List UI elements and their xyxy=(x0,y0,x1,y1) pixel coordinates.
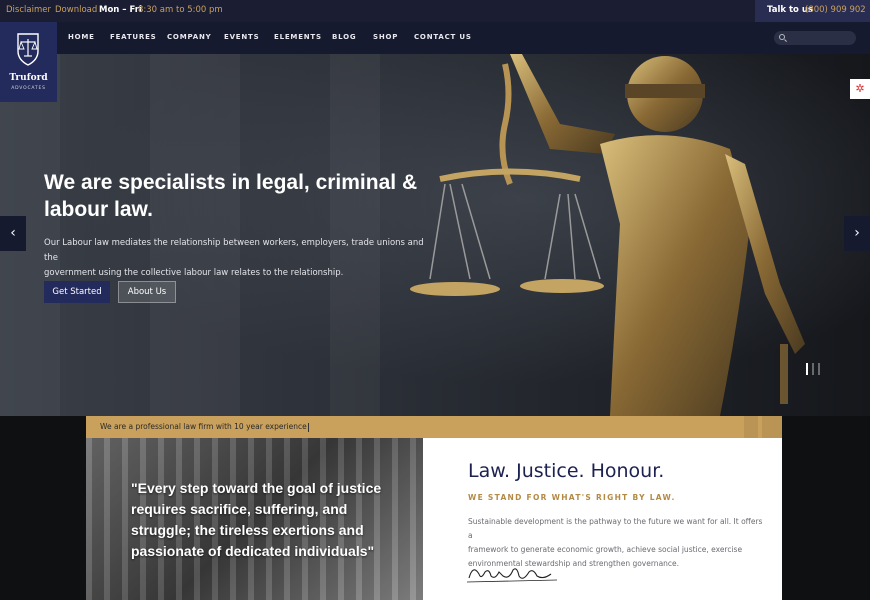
experience-text: We are a professional law firm with 10 y… xyxy=(100,422,309,432)
slider-next-arrow-icon[interactable]: › xyxy=(844,216,870,251)
quote-line: passionate of dedicated individuals" xyxy=(131,543,375,559)
info-body-line: Sustainable development is the pathway t… xyxy=(468,517,763,540)
slider-pagination xyxy=(806,360,824,379)
get-started-button[interactable]: Get Started xyxy=(44,281,110,303)
nav-item-contact-us[interactable]: CONTACT US xyxy=(414,33,472,41)
background-pillar xyxy=(150,54,240,416)
info-subtitle: WE STAND FOR WHAT'S RIGHT BY LAW. xyxy=(468,493,676,502)
hero-slider: We are specialists in legal, criminal & … xyxy=(0,54,870,416)
quote-line: "Every step toward the goal of justice xyxy=(131,480,382,496)
nav-item-shop[interactable]: SHOP xyxy=(373,33,398,41)
strip-tab xyxy=(762,416,782,438)
search-icon xyxy=(779,34,785,40)
experience-strip: We are a professional law firm with 10 y… xyxy=(86,416,782,438)
disclaimer-link[interactable]: Disclaimer xyxy=(6,5,51,15)
about-us-button[interactable]: About Us xyxy=(118,281,176,303)
hero-description: Our Labour law mediates the relationship… xyxy=(44,236,424,281)
nav-item-events[interactable]: EVENTS xyxy=(224,33,259,41)
slider-dot[interactable] xyxy=(812,363,814,375)
hero-title-line: We are specialists in legal, criminal & xyxy=(44,171,418,194)
hero-title: We are specialists in legal, criminal & … xyxy=(44,169,444,223)
slider-dot-active[interactable] xyxy=(806,363,808,375)
talk-to-us-box[interactable]: Talk to us (800) 909 902 xyxy=(755,0,870,22)
experience-text-value: We are a professional law firm with 10 y… xyxy=(100,422,307,431)
hours-label: Mon – Fri xyxy=(99,5,142,15)
nav-item-company[interactable]: COMPANY xyxy=(167,33,212,41)
info-title: Law. Justice. Honour. xyxy=(468,460,665,482)
strip-tab xyxy=(744,416,758,438)
scales-shield-icon xyxy=(17,33,39,66)
info-panel: Law. Justice. Honour. WE STAND FOR WHAT'… xyxy=(423,438,782,600)
site-logo[interactable]: Truford ADVOCATES xyxy=(0,22,57,102)
quote-panel: "Every step toward the goal of justice r… xyxy=(86,438,423,600)
slider-dot[interactable] xyxy=(818,363,820,375)
settings-gear-icon[interactable]: ✲ xyxy=(850,79,870,99)
top-bar: Disclaimer Download Mon – Fri 8:30 am to… xyxy=(0,0,870,22)
text-cursor xyxy=(307,422,309,432)
hero-title-line: labour law. xyxy=(44,198,153,221)
nav-item-blog[interactable]: BLOG xyxy=(332,33,356,41)
search-input[interactable] xyxy=(774,31,856,45)
nav-item-features[interactable]: FEATURES xyxy=(110,33,157,41)
hero-description-line: government using the collective labour l… xyxy=(44,268,344,278)
logo-tagline: ADVOCATES xyxy=(11,86,46,91)
logo-name: Truford xyxy=(9,73,48,83)
justice-quote: "Every step toward the goal of justice r… xyxy=(131,478,401,562)
download-link[interactable]: Download xyxy=(55,5,97,15)
quote-line: requires sacrifice, suffering, and xyxy=(131,501,348,517)
nav-item-home[interactable]: HOME xyxy=(68,33,95,41)
nav-item-elements[interactable]: ELEMENTS xyxy=(274,33,322,41)
quote-line: struggle; the tireless exertions and xyxy=(131,522,364,538)
background-pillar xyxy=(330,54,380,416)
hero-description-line: Our Labour law mediates the relationship… xyxy=(44,238,424,263)
main-nav: HOME FEATURES COMPANY EVENTS ELEMENTS BL… xyxy=(0,22,870,54)
signature-image xyxy=(466,568,558,583)
hours-value: 8:30 am to 5:00 pm xyxy=(138,5,223,15)
lady-justice-statue-image xyxy=(410,54,805,416)
info-body-line: framework to generate economic growth, a… xyxy=(468,545,743,554)
slider-prev-arrow-icon[interactable]: ‹ xyxy=(0,216,26,251)
phone-number[interactable]: (800) 909 902 xyxy=(805,5,866,15)
